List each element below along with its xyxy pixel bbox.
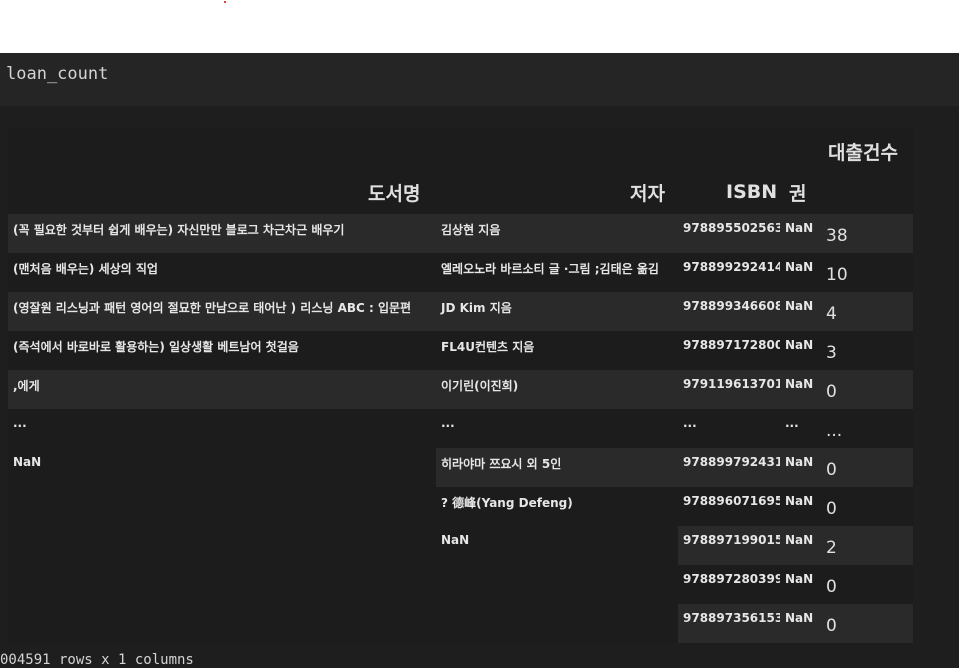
previous-cell-output [0, 0, 959, 53]
header-loan-count: 대출건수 [828, 142, 898, 164]
header-title: 도서명 [368, 183, 421, 205]
cell-author: 김상현 지음 [436, 214, 678, 253]
cell-isbn: 9788992924146 [678, 253, 780, 292]
cell-loans: ... [822, 409, 913, 448]
cell-isbn: 9788997924318 [678, 448, 780, 487]
cell-volume: NaN [780, 565, 822, 604]
cell-title: (영잘원 리스닝과 패턴 영어의 절묘한 만남으로 태어난 ) 리스닝 ABC … [8, 292, 436, 331]
cell-isbn: ... [678, 409, 780, 448]
cell-loans: 38 [822, 214, 913, 253]
cell-loans: 0 [822, 604, 913, 643]
cell-title: (맨처음 배우는) 세상의 직업 [8, 253, 436, 292]
cell-isbn: 9788973561537 [678, 604, 780, 643]
cell-volume: NaN [780, 448, 822, 487]
cell-volume: NaN [780, 526, 822, 565]
cell-author [436, 604, 678, 643]
cell-author: JD Kim 지음 [436, 292, 678, 331]
cell-isbn: 9788960716957 [678, 487, 780, 526]
cell-volume: NaN [780, 370, 822, 409]
cell-author: 히라야마 쯔요시 외 5인 [436, 448, 678, 487]
cell-isbn: 9788955025637 [678, 214, 780, 253]
cell-loans: 0 [822, 487, 913, 526]
cell-author: FL4U컨텐츠 지음 [436, 331, 678, 370]
header-volume: 권 [789, 183, 807, 205]
cell-isbn: 9788972803997 [678, 565, 780, 604]
cell-title: ... [8, 409, 436, 448]
cell-volume: NaN [780, 253, 822, 292]
cell-loans: 10 [822, 253, 913, 292]
cell-volume: NaN [780, 604, 822, 643]
cell-volume: NaN [780, 292, 822, 331]
output-variable-name: loan_count [6, 64, 109, 84]
spacer [0, 106, 959, 128]
cell-title: (꼭 필요한 것부터 쉽게 배우는) 자신만만 블로그 차근차근 배우기 [8, 214, 436, 253]
cell-isbn: 9788971990155 [678, 526, 780, 565]
dataframe-footer: 004591 rows x 1 columns [0, 652, 194, 668]
header-author: 저자 [630, 183, 665, 205]
cell-author: ? 德峰(Yang Defeng) [436, 487, 678, 526]
cell-title [8, 526, 436, 565]
red-marker [224, 1, 226, 3]
output-header: loan_count [0, 53, 959, 106]
cell-author: NaN [436, 526, 678, 565]
cell-volume: NaN [780, 487, 822, 526]
cell-isbn: 9788993466089 [678, 292, 780, 331]
cell-isbn: 9791196137014 [678, 370, 780, 409]
cell-title [8, 565, 436, 604]
cell-loans: 3 [822, 331, 913, 370]
cell-loans: 0 [822, 448, 913, 487]
table-header: 대출건수 도서명 저자 ISBN 권 [8, 128, 913, 214]
header-isbn: ISBN [726, 181, 778, 203]
cell-volume: NaN [780, 331, 822, 370]
cell-title: NaN [8, 448, 436, 487]
cell-loans: 0 [822, 370, 913, 409]
cell-title [8, 487, 436, 526]
cell-title: ,에게 [8, 370, 436, 409]
cell-title [8, 604, 436, 643]
cell-loans: 4 [822, 292, 913, 331]
cell-loans: 2 [822, 526, 913, 565]
cell-volume: NaN [780, 214, 822, 253]
cell-author: ... [436, 409, 678, 448]
cell-isbn: 9788971728000 [678, 331, 780, 370]
cell-author: 이기린(이진희) [436, 370, 678, 409]
cell-author [436, 565, 678, 604]
cell-author: 엘레오노라 바르소티 글 ·그림 ;김태은 옮김 [436, 253, 678, 292]
cell-loans: 0 [822, 565, 913, 604]
cell-title: (즉석에서 바로바로 활용하는) 일상생활 베트남어 첫걸음 [8, 331, 436, 370]
cell-volume: ... [780, 409, 822, 448]
